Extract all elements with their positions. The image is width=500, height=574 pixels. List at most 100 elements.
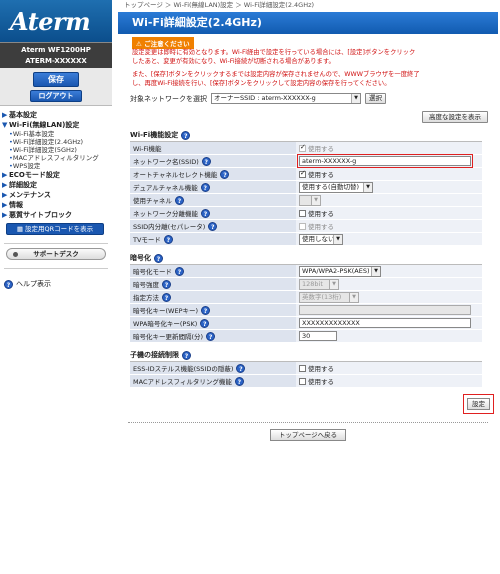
nav-wifi-detail-24[interactable]: •Wi-Fi詳細設定(2.4GHz) xyxy=(0,138,112,146)
help-icon[interactable]: ? xyxy=(182,350,191,360)
help-icon[interactable]: ? xyxy=(154,253,163,263)
nav-maintenance[interactable]: ▶ メンテナンス xyxy=(0,190,112,200)
help-icon[interactable]: ? xyxy=(162,292,171,302)
ssid-separator-checkbox[interactable] xyxy=(299,222,306,230)
chevron-down-icon: ▼ xyxy=(329,279,338,289)
save-button[interactable]: 保存 xyxy=(33,71,79,87)
help-icon[interactable]: ? xyxy=(181,130,191,140)
logout-button[interactable]: ログアウト xyxy=(30,89,82,102)
row-channel: 使用チャネル? ▼ xyxy=(130,194,482,207)
section-header: 暗号化? xyxy=(130,252,482,265)
nav-wifi-detail-5[interactable]: •Wi-Fi詳細設定(5GHz) xyxy=(0,146,112,154)
psk-input[interactable]: XXXXXXXXXXXXX xyxy=(299,318,471,328)
section-header: Wi-Fi機能設定? xyxy=(130,129,482,142)
arrow-right-icon: ▶ xyxy=(2,191,8,199)
help-icon[interactable]: ? xyxy=(206,331,216,341)
help-icon[interactable]: ? xyxy=(175,266,184,276)
help-icon[interactable]: ? xyxy=(201,156,211,166)
wifi-function-checkbox xyxy=(299,143,306,152)
warning-icon: ⚠ xyxy=(136,40,145,48)
row-encryption-mode: 暗号化モード? WPA/WPA2-PSK(AES) ▼ xyxy=(130,265,482,278)
help-icon[interactable]: ? xyxy=(201,305,211,315)
dual-channel-select[interactable]: 使用する(自動切替) ▼ xyxy=(299,181,373,193)
sidebar-nav: ▶ 基本設定 ▼ Wi-Fi(無線LAN)設定 •Wi-Fi基本設定 •Wi-Fi詳… xyxy=(0,106,112,289)
qr-code-button[interactable]: ▦ 設定用QRコードを表示 xyxy=(6,223,104,235)
encryption-strength-select[interactable]: 128bit ▼ xyxy=(299,278,339,290)
chevron-down-icon: ▼ xyxy=(371,266,380,276)
divider xyxy=(4,243,108,244)
encryption-section: 暗号化? 暗号化モード? WPA/WPA2-PSK(AES) ▼ 暗号強度? 12… xyxy=(130,252,482,343)
encryption-mode-select[interactable]: WPA/WPA2-PSK(AES) ▼ xyxy=(299,265,381,277)
row-ssid-separator: SSID内分離(セパレータ)? 使用する xyxy=(130,220,482,233)
arrow-right-icon: ▶ xyxy=(2,181,8,189)
row-essid-stealth: ESS-IDステルス機能(SSIDの隠蔽)? 使用する xyxy=(130,362,482,375)
row-psk: WPA暗号化キー(PSK)? XXXXXXXXXXXXX xyxy=(130,317,482,330)
chevron-down-icon: ▼ xyxy=(363,182,372,192)
help-icon[interactable]: ? xyxy=(208,221,218,231)
arrow-down-icon: ▼ xyxy=(2,121,8,129)
nav-detail-settings[interactable]: ▶ 詳細設定 xyxy=(0,180,112,190)
wifi-function-section: Wi-Fi機能設定? Wi-Fi機能 使用する ネットワーク名(SSID)? a… xyxy=(130,129,482,246)
help-icon[interactable]: ? xyxy=(236,363,246,373)
chevron-down-icon: ▼ xyxy=(311,195,320,205)
channel-select[interactable]: ▼ xyxy=(299,194,321,206)
row-network-separation: ネットワーク分離機能? 使用する xyxy=(130,207,482,220)
row-key-interval: 暗号化キー更新間隔(分)? 30 xyxy=(130,330,482,343)
help-icon[interactable]: ? xyxy=(234,376,244,386)
support-desk-button[interactable]: サポートデスク xyxy=(6,248,106,260)
nav-wps[interactable]: •WPS設定 xyxy=(0,162,112,170)
help-icon[interactable]: ? xyxy=(220,169,230,179)
set-button[interactable]: 設定 xyxy=(463,394,494,414)
nav-eco-mode[interactable]: ▶ ECOモード設定 xyxy=(0,170,112,180)
target-network-select[interactable]: オーナーSSID : aterm-XXXXXX-g ▼ xyxy=(211,93,361,104)
key-interval-input[interactable]: 30 xyxy=(299,331,337,341)
nav-malicious-site-block[interactable]: ▶ 悪質サイトブロック xyxy=(0,210,112,220)
notice-text: 設定変更は即時に有効となります。Wi-Fi経由で設定を行っている場合には、[設定… xyxy=(132,49,420,87)
sidebar-buttons: 保存 ログアウト xyxy=(0,68,112,106)
nav-wifi-basic[interactable]: •Wi-Fi基本設定 xyxy=(0,130,112,138)
ssid-input[interactable]: aterm-XXXXXX-g xyxy=(297,154,473,168)
divider xyxy=(128,422,488,423)
help-icon[interactable]: ? xyxy=(162,279,171,289)
show-advanced-button[interactable]: 高度な設定を表示 xyxy=(422,111,488,123)
auto-channel-checkbox[interactable] xyxy=(299,169,306,178)
help-icon[interactable]: ? xyxy=(200,318,210,328)
nav-info[interactable]: ▶ 情報 xyxy=(0,200,112,210)
network-separation-checkbox[interactable] xyxy=(299,209,306,217)
device-name: ATERM-XXXXXX xyxy=(25,57,87,65)
row-specify-method: 指定方法? 英数字(13桁) ▼ xyxy=(130,291,482,304)
section-header: 子機の接続制限? xyxy=(130,349,482,362)
help-icon[interactable]: ? xyxy=(163,234,173,244)
specify-method-select[interactable]: 英数字(13桁) ▼ xyxy=(299,291,359,303)
connection-limit-section: 子機の接続制限? ESS-IDステルス機能(SSIDの隠蔽)? 使用する MAC… xyxy=(130,349,482,388)
help-icon[interactable]: ? xyxy=(201,208,210,218)
nav-basic-settings[interactable]: ▶ 基本設定 xyxy=(0,110,112,120)
qr-icon: ▦ xyxy=(16,225,26,233)
breadcrumb: トップページ ＞ Wi-Fi(無線LAN)設定 ＞ Wi-Fi詳細設定(2.4G… xyxy=(124,1,315,9)
row-auto-channel: オートチャネルセレクト機能? 使用する xyxy=(130,168,482,181)
logo: Aterm xyxy=(0,0,112,42)
tv-mode-select[interactable]: 使用しない ▼ xyxy=(299,233,343,245)
help-link[interactable]: ? ヘルプ表示 xyxy=(0,279,112,289)
select-button[interactable]: 選択 xyxy=(365,93,386,104)
help-icon[interactable]: ? xyxy=(200,182,210,192)
help-icon[interactable]: ? xyxy=(174,195,184,205)
row-tv-mode: TVモード? 使用しない ▼ xyxy=(130,233,482,246)
help-icon: ? xyxy=(4,279,13,289)
arrow-right-icon: ▶ xyxy=(2,171,8,179)
mac-filter-checkbox[interactable] xyxy=(299,377,306,385)
row-mac-filter: MACアドレスフィルタリング機能? 使用する xyxy=(130,375,482,388)
row-wifi-function: Wi-Fi機能 使用する xyxy=(130,142,482,155)
back-to-top-button[interactable]: トップページへ戻る xyxy=(269,429,347,441)
essid-stealth-checkbox[interactable] xyxy=(299,364,306,372)
main-content: トップページ ＞ Wi-Fi(無線LAN)設定 ＞ Wi-Fi詳細設定(2.4G… xyxy=(118,0,498,441)
wep-key-input[interactable] xyxy=(299,305,471,315)
sidebar: Aterm Aterm WF1200HP ATERM-XXXXXX 保存 ログア… xyxy=(0,0,112,574)
arrow-right-icon: ▶ xyxy=(2,111,8,119)
model-name: Aterm WF1200HP xyxy=(21,46,91,54)
nav-mac-filter[interactable]: •MACアドレスフィルタリング xyxy=(0,154,112,162)
nav-wifi-settings[interactable]: ▼ Wi-Fi(無線LAN)設定 xyxy=(0,120,112,130)
bullet-icon xyxy=(13,252,18,257)
chevron-down-icon: ▼ xyxy=(333,234,342,244)
arrow-right-icon: ▶ xyxy=(2,201,8,209)
